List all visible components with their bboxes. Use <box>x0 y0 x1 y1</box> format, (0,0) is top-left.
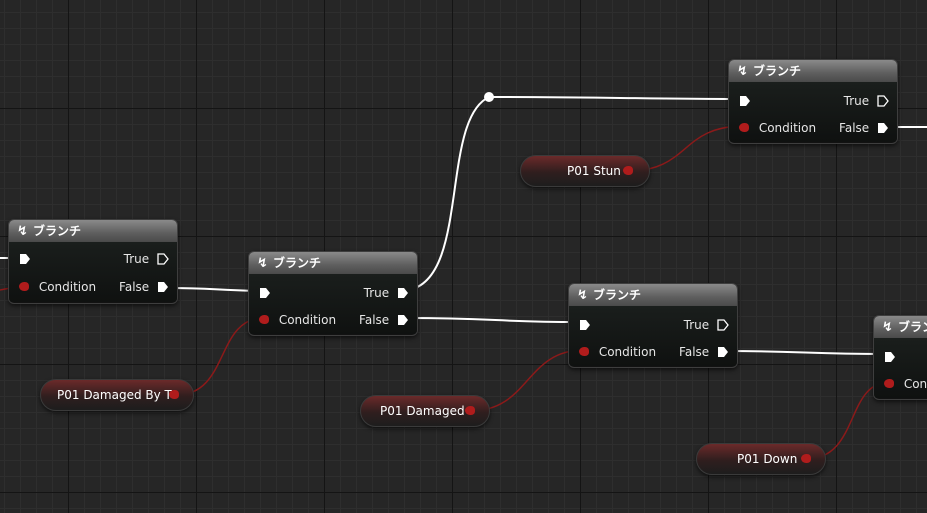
bool-pin-icon[interactable] <box>801 454 811 463</box>
exec-in-pin[interactable] <box>19 250 31 266</box>
condition-label: Condition <box>278 312 337 327</box>
node-body: Condition True False <box>569 306 737 366</box>
exec-pin-icon <box>740 95 750 106</box>
condition-label: Condition <box>758 120 817 135</box>
branch-node[interactable]: ↯ ブランチ Condition True False <box>8 219 178 304</box>
node-title: ブランチ <box>33 224 82 238</box>
exec-wire <box>407 96 490 291</box>
condition-label: Conc <box>903 376 927 391</box>
exec-pin-icon <box>885 351 895 362</box>
exec-in-pin[interactable] <box>884 348 896 364</box>
branch-node[interactable]: ↯ ブランチ Condition True False <box>248 251 418 336</box>
exec-pin-icon <box>20 253 30 264</box>
false-label: False <box>839 120 870 135</box>
exec-in-pin[interactable] <box>259 284 271 300</box>
exec-pin-icon <box>398 314 408 325</box>
variable-node-p01-damaged[interactable]: P01 Damaged <box>360 395 490 427</box>
node-body: Condition True False <box>9 242 177 302</box>
condition-pin[interactable]: Conc <box>884 375 927 391</box>
condition-pin[interactable]: Condition <box>739 119 816 135</box>
false-label: False <box>119 279 150 294</box>
bool-pin-icon[interactable] <box>623 166 633 175</box>
condition-label: Condition <box>38 279 97 294</box>
exec-pin-icon <box>718 346 728 357</box>
node-title: ブランチ <box>898 320 927 334</box>
true-label: True <box>683 317 710 332</box>
bool-pin-icon <box>884 379 894 388</box>
variable-label: P01 Damaged <box>380 404 465 418</box>
bool-pin-icon <box>739 123 749 132</box>
false-pin[interactable]: False <box>359 311 409 327</box>
true-pin[interactable]: True <box>844 92 889 108</box>
true-pin[interactable]: True <box>684 316 729 332</box>
node-title: ブランチ <box>753 64 802 78</box>
false-label: False <box>679 344 710 359</box>
exec-pin-icon <box>580 319 590 330</box>
variable-node-p01-down[interactable]: P01 Down <box>696 443 826 475</box>
node-header[interactable]: ↯ ブランチ <box>9 220 177 242</box>
false-pin[interactable]: False <box>839 119 889 135</box>
condition-pin[interactable]: Condition <box>579 343 656 359</box>
exec-wire <box>488 96 739 100</box>
true-pin[interactable]: True <box>124 250 169 266</box>
bool-pin-icon <box>259 315 269 324</box>
exec-pin-icon <box>260 287 270 298</box>
branch-node[interactable]: ↯ ブランチ Conc <box>873 315 927 400</box>
node-header[interactable]: ↯ ブランチ <box>729 60 897 82</box>
branch-icon: ↯ <box>577 288 588 303</box>
node-header[interactable]: ↯ ブランチ <box>569 284 737 306</box>
variable-label: P01 Damaged By T <box>57 388 172 402</box>
bool-pin-icon <box>19 282 29 291</box>
node-header[interactable]: ↯ ブランチ <box>874 316 927 338</box>
false-pin[interactable]: False <box>119 278 169 294</box>
node-body: Condition True False <box>729 82 897 142</box>
node-header[interactable]: ↯ ブランチ <box>249 252 417 274</box>
node-body: Conc <box>874 338 927 398</box>
variable-node-p01-damaged-by[interactable]: P01 Damaged By T <box>40 379 194 411</box>
condition-pin[interactable]: Condition <box>19 278 96 294</box>
exec-pin-icon <box>877 94 889 107</box>
false-pin[interactable]: False <box>679 343 729 359</box>
exec-pin-icon <box>158 281 168 292</box>
exec-wire <box>727 350 885 355</box>
branch-icon: ↯ <box>737 64 748 79</box>
true-label: True <box>123 251 150 266</box>
reroute-knot-icon[interactable] <box>484 92 494 102</box>
condition-label: Condition <box>598 344 657 359</box>
branch-icon: ↯ <box>17 224 28 239</box>
true-label: True <box>363 285 390 300</box>
exec-pin-icon <box>878 122 888 133</box>
false-label: False <box>359 312 390 327</box>
true-pin[interactable]: True <box>364 284 409 300</box>
branch-node[interactable]: ↯ ブランチ Condition True False <box>568 283 738 368</box>
condition-pin[interactable]: Condition <box>259 311 336 327</box>
variable-node-p01-stun[interactable]: P01 Stun <box>520 155 650 187</box>
exec-in-pin[interactable] <box>579 316 591 332</box>
node-title: ブランチ <box>273 256 322 270</box>
branch-icon: ↯ <box>257 256 268 271</box>
bool-pin-icon[interactable] <box>169 390 179 399</box>
exec-wire <box>407 317 579 323</box>
bool-pin-icon[interactable] <box>465 406 475 415</box>
exec-pin-icon <box>398 287 408 298</box>
true-label: True <box>843 93 870 108</box>
node-body: Condition True False <box>249 274 417 334</box>
exec-pin-icon <box>717 318 729 331</box>
branch-icon: ↯ <box>882 320 893 335</box>
exec-in-pin[interactable] <box>739 92 751 108</box>
variable-label: P01 Stun <box>567 164 621 178</box>
blueprint-graph-canvas[interactable]: ↯ ブランチ Condition True False ↯ ブランチ Condi… <box>0 0 927 513</box>
exec-wire <box>167 287 259 292</box>
exec-pin-icon <box>157 252 169 265</box>
variable-label: P01 Down <box>737 452 798 466</box>
node-title: ブランチ <box>593 288 642 302</box>
branch-node[interactable]: ↯ ブランチ Condition True False <box>728 59 898 144</box>
bool-pin-icon <box>579 347 589 356</box>
